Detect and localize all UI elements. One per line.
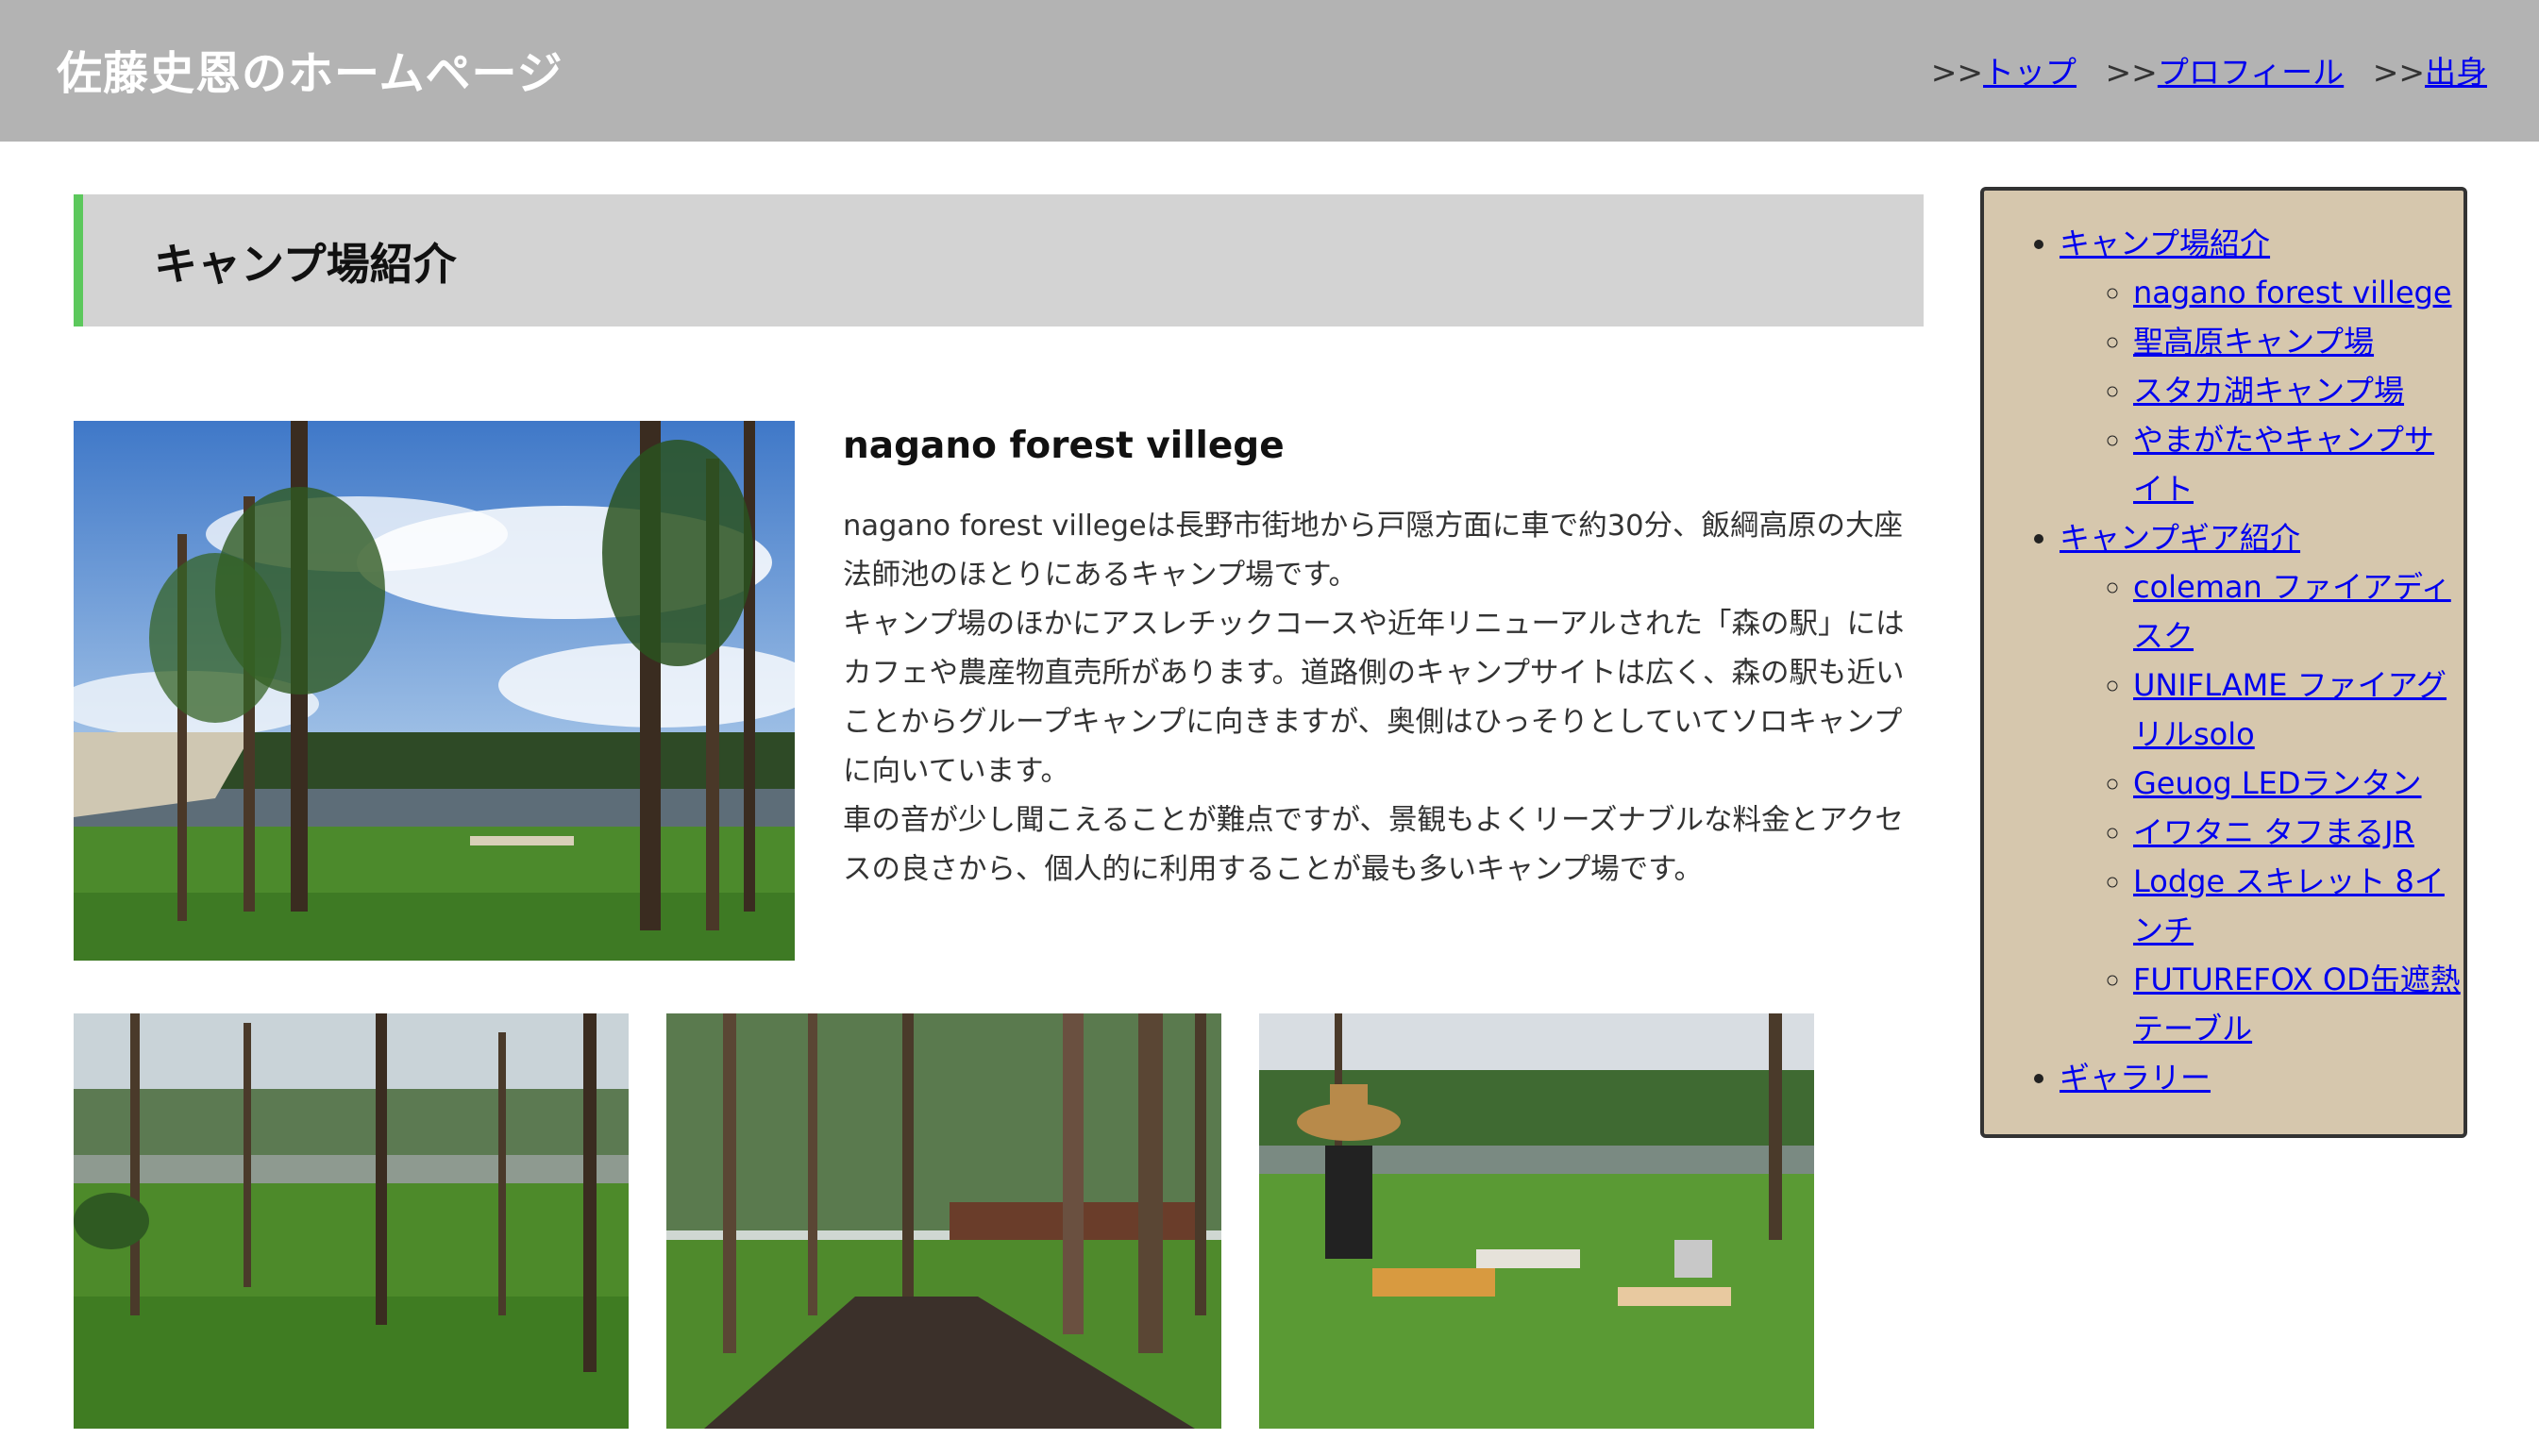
sidebar-link-uniflame-fire-grill[interactable]: UNIFLAME ファイアグリルsolo: [2133, 667, 2447, 752]
sidebar-link-yamagataya[interactable]: やまがたやキャンプサイト: [2133, 422, 2434, 507]
sidebar-subitem: 聖高原キャンプ場: [2133, 317, 2463, 366]
sidebar-link-led-lantern[interactable]: Geuog LEDランタン: [2133, 765, 2422, 801]
gallery-photo-lakeside: [74, 1013, 629, 1429]
sidebar-link-hijiri-kogen[interactable]: 聖高原キャンプ場: [2133, 324, 2374, 360]
sidebar-subitem: nagano forest villege: [2133, 268, 2463, 317]
gallery-photo-camp-gear: [1259, 1013, 1814, 1429]
sidebar-link-lodge-skillet[interactable]: Lodge スキレット 8インチ: [2133, 863, 2445, 948]
campsite-lake-photo: [74, 421, 795, 961]
sidebar-item-gallery: ギャラリー: [2060, 1053, 2463, 1102]
campsite-title: nagano forest villege: [843, 425, 1285, 467]
nav-item-top: >>トップ: [1931, 54, 2077, 91]
sidebar-subitem: Lodge スキレット 8インチ: [2133, 857, 2463, 955]
sidebar-subitem: coleman ファイアディスク: [2133, 562, 2463, 661]
site-title: 佐藤史恩のホームページ: [57, 47, 563, 100]
nav-prefix: >>: [2372, 54, 2425, 91]
sidebar-link-nagano-forest-villege[interactable]: nagano forest villege: [2133, 275, 2452, 310]
nav-link-top[interactable]: トップ: [1983, 54, 2077, 91]
sidebar-item-gear: キャンプギア紹介 coleman ファイアディスク UNIFLAME ファイアグ…: [2060, 513, 2463, 1053]
site-header: 佐藤史恩のホームページ >>トップ >>プロフィール >>出身: [0, 0, 2539, 142]
sidebar-nav: キャンプ場紹介 nagano forest villege 聖高原キャンプ場 ス…: [1980, 187, 2467, 1138]
sidebar-sublist-campsites: nagano forest villege 聖高原キャンプ場 スタカ湖キャンプ場…: [2060, 268, 2463, 513]
nav-item-profile: >>プロフィール: [2106, 54, 2345, 91]
sidebar-subitem: Geuog LEDランタン: [2133, 759, 2463, 808]
campsite-description: nagano forest villegeは長野市街地から戸隠方面に車で約30分…: [843, 502, 1928, 895]
gallery-photo-forest-path: [666, 1013, 1221, 1429]
description-paragraph: 車の音が少し聞こえることが難点ですが、景観もよくリーズナブルな料金とアクセスの良…: [843, 804, 1904, 886]
nav-link-hometown[interactable]: 出身: [2425, 54, 2487, 91]
nav-prefix: >>: [1930, 54, 1984, 91]
sidebar-link-iwatani-tough-maru[interactable]: イワタニ タフまるJR: [2133, 814, 2414, 850]
sidebar-link-coleman-fire-disk[interactable]: coleman ファイアディスク: [2133, 569, 2451, 654]
sidebar-subitem: やまがたやキャンプサイト: [2133, 415, 2463, 513]
sidebar-link-futurefox-table[interactable]: FUTUREFOX OD缶遮熱テーブル: [2133, 962, 2461, 1046]
sidebar-subitem: FUTUREFOX OD缶遮熱テーブル: [2133, 955, 2463, 1053]
sidebar-list: キャンプ場紹介 nagano forest villege 聖高原キャンプ場 ス…: [2010, 219, 2463, 1102]
section-heading-bar: キャンプ場紹介: [74, 194, 1924, 326]
nav-item-hometown: >>出身: [2373, 54, 2487, 91]
sidebar-item-campsites: キャンプ場紹介 nagano forest villege 聖高原キャンプ場 ス…: [2060, 219, 2463, 513]
sidebar-subitem: イワタニ タフまるJR: [2133, 808, 2463, 857]
sidebar-link-gear[interactable]: キャンプギア紹介: [2060, 520, 2300, 556]
section-title: キャンプ場紹介: [154, 239, 457, 290]
nav-prefix: >>: [2105, 54, 2158, 91]
sidebar-subitem: UNIFLAME ファイアグリルsolo: [2133, 661, 2463, 759]
sidebar-link-sutaka-lake[interactable]: スタカ湖キャンプ場: [2133, 373, 2404, 409]
sidebar-link-campsites[interactable]: キャンプ場紹介: [2060, 226, 2270, 261]
top-nav: >>トップ >>プロフィール >>出身: [1912, 47, 2487, 92]
description-paragraph: nagano forest villegeは長野市街地から戸隠方面に車で約30分…: [843, 510, 1904, 592]
sidebar-sublist-gear: coleman ファイアディスク UNIFLAME ファイアグリルsolo Ge…: [2060, 562, 2463, 1053]
nav-link-profile[interactable]: プロフィール: [2158, 54, 2344, 91]
description-paragraph: キャンプ場のほかにアスレチックコースや近年リニューアルされた「森の駅」にはカフェ…: [843, 608, 1905, 788]
sidebar-subitem: スタカ湖キャンプ場: [2133, 366, 2463, 415]
sidebar-link-gallery[interactable]: ギャラリー: [2060, 1060, 2211, 1096]
